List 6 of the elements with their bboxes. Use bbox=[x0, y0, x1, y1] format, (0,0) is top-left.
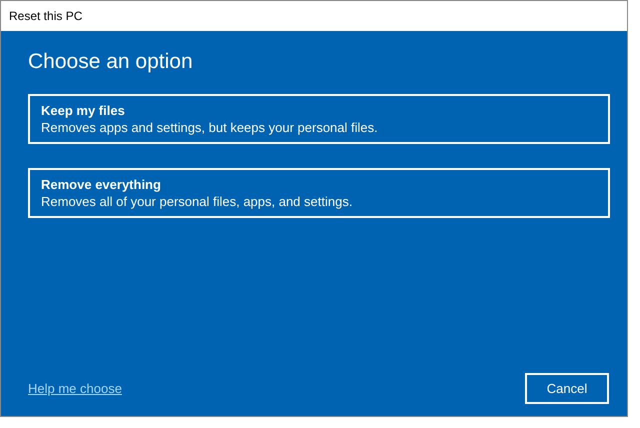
cancel-button[interactable]: Cancel bbox=[525, 373, 609, 404]
window-title: Reset this PC bbox=[9, 8, 82, 25]
option-button[interactable]: Remove everything Removes all of your personal files, apps, and settings. bbox=[28, 168, 610, 218]
help-link[interactable]: Help me choose bbox=[28, 378, 122, 398]
heading: Choose an option bbox=[28, 49, 194, 74]
option-button[interactable]: Keep my files Removes apps and settings, but keeps your personal files. bbox=[28, 94, 610, 144]
